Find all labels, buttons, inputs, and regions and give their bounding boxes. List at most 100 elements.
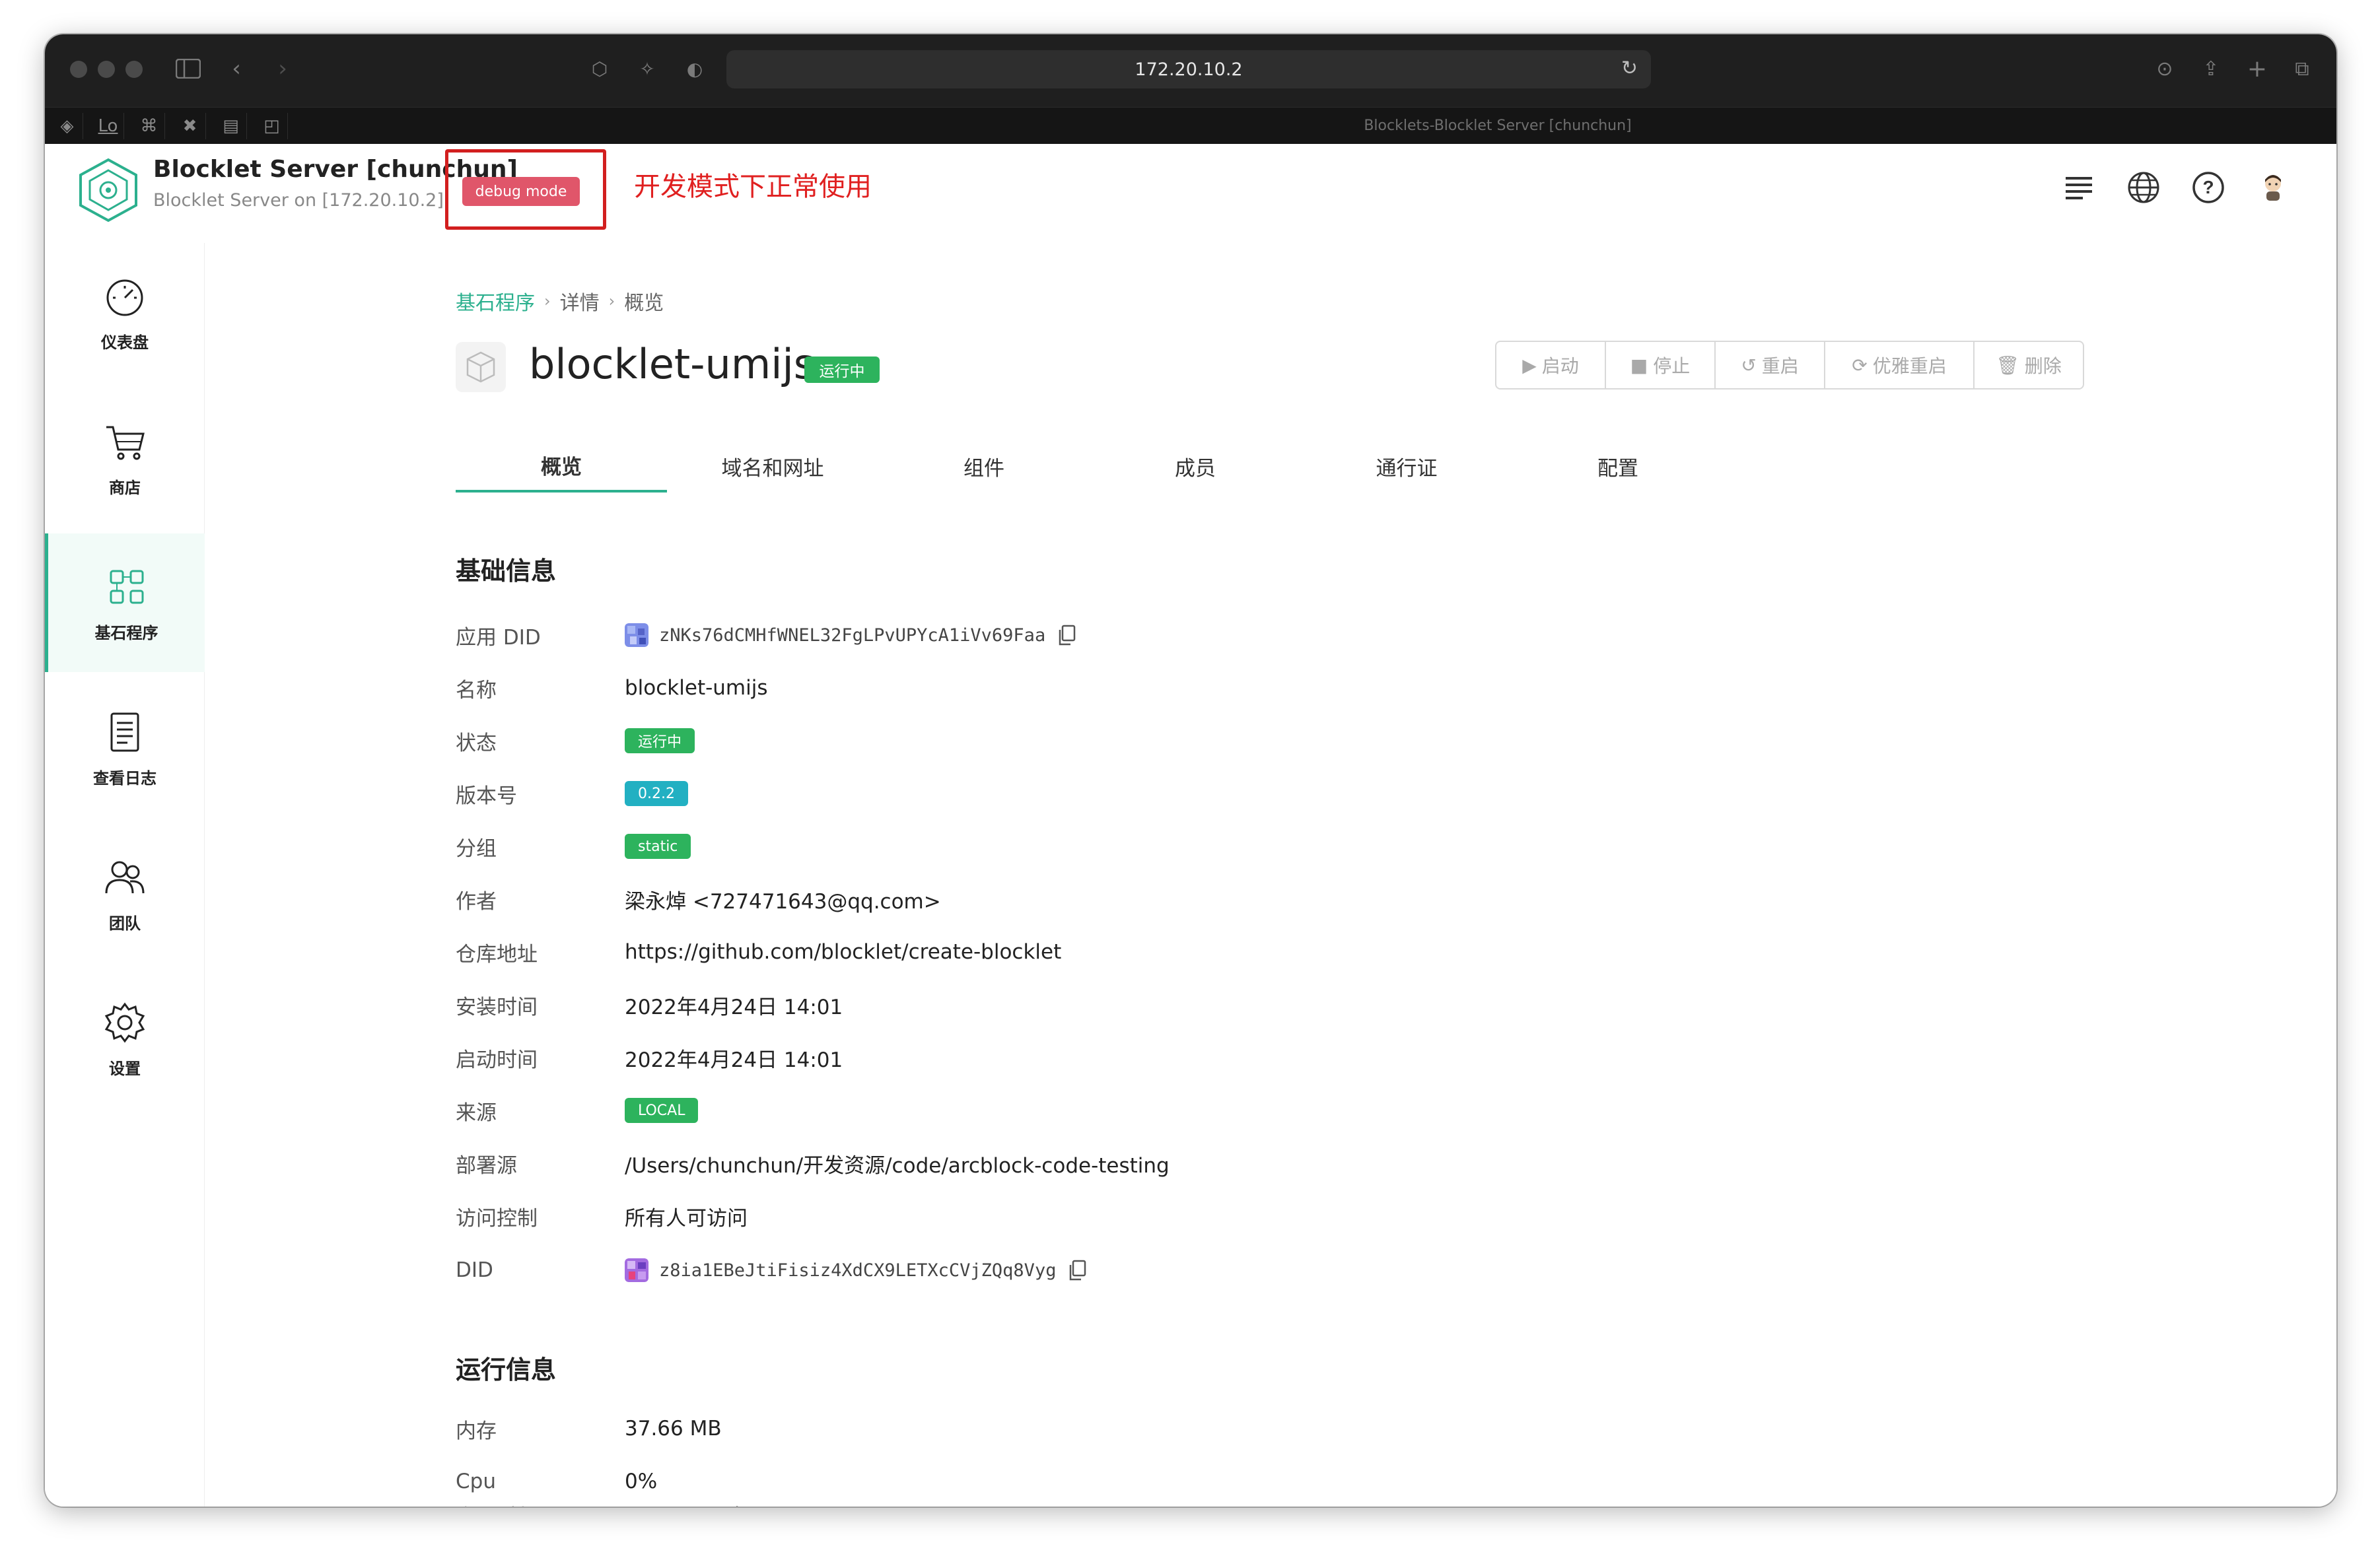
info-row-uptime: 启动时长 13分 27.5秒 (456, 1495, 1908, 1507)
shield-icon[interactable]: ◐ (682, 54, 708, 83)
server-subtitle: Blocklet Server on [172.20.10.2] (153, 190, 444, 211)
restart-icon: ↺ (1741, 354, 1757, 376)
share-icon[interactable]: ⇪ (2198, 54, 2224, 83)
copy-icon[interactable] (1057, 625, 1076, 646)
sidebar-item-label: 设置 (109, 1059, 141, 1078)
delete-button[interactable]: 🗑 删除 (1975, 342, 2083, 388)
memory-value: 37.66 MB (625, 1417, 722, 1441)
close-window-button[interactable] (70, 61, 87, 78)
info-label: 访问控制 (456, 1206, 538, 1231)
stop-icon: ■ (1630, 354, 1648, 376)
start-button[interactable]: ▶ 启动 (1496, 342, 1606, 388)
source-badge: LOCAL (625, 1098, 699, 1123)
pinned-tab-icon[interactable]: ◰ (256, 113, 288, 139)
pinned-tab-icon[interactable]: ⌘ (133, 113, 165, 139)
info-label: 安装时间 (456, 995, 538, 1019)
basic-info-heading: 基础信息 (456, 557, 557, 586)
svg-text:?: ? (2202, 177, 2214, 197)
page-title: blocklet-umijs (529, 340, 816, 388)
debug-mode-badge: debug mode (462, 177, 580, 206)
breadcrumb-separator-icon: › (608, 292, 615, 310)
info-row-access: 访问控制 所有人可访问 (456, 1196, 1908, 1236)
tab-members[interactable]: 成员 (1090, 440, 1301, 492)
tab-components[interactable]: 组件 (878, 440, 1090, 492)
menu-list-icon[interactable] (2059, 168, 2099, 207)
restart-button-label: 重启 (1761, 355, 1799, 377)
browser-tabbar: ◈ Lo ⌘ ✖ ▤ ◰ Blocklets-Blocklet Server [… (45, 107, 2336, 144)
page-content: Blocklet Server [chunchun] Blocklet Serv… (45, 144, 2336, 1507)
address-bar[interactable]: 172.20.10.2 ↻ (726, 50, 1651, 88)
zoom-window-button[interactable] (125, 61, 143, 78)
install-time-value: 2022年4月24日 14:01 (625, 995, 843, 1019)
sidebar-item-dashboard[interactable]: 仪表盘 (45, 243, 205, 382)
tab-domains[interactable]: 域名和网址 (667, 440, 878, 492)
tabs-overview-icon[interactable]: ⧉ (2289, 54, 2315, 83)
user-avatar[interactable] (2253, 168, 2293, 207)
sidebar-item-settings[interactable]: 设置 (45, 969, 205, 1108)
info-label: 内存 (456, 1419, 497, 1443)
download-icon[interactable]: ⊙ (2152, 54, 2178, 83)
cpu-value: 0% (625, 1470, 658, 1493)
cart-icon (106, 426, 145, 459)
tab-overview[interactable]: 概览 (456, 440, 667, 492)
help-icon[interactable]: ? (2188, 168, 2228, 207)
pinned-tab-icon[interactable]: ▤ (215, 113, 247, 139)
log-icon (110, 712, 139, 751)
info-row-status: 状态 运行中 (456, 721, 1908, 761)
active-tab-title[interactable]: Blocklets-Blocklet Server [chunchun] (1168, 108, 1828, 145)
restart-button[interactable]: ↺ 重启 (1716, 342, 1825, 388)
app-did-value: zNKs76dCMHfWNEL32FgLPvUPYcA1iVv69Faa (659, 625, 1046, 646)
privacy-icon[interactable]: ⬡ (586, 54, 613, 83)
reload-icon[interactable]: ↻ (1621, 57, 1638, 80)
uptime-value: 13分 27.5秒 (625, 1500, 744, 1507)
copy-icon[interactable] (1068, 1260, 1086, 1281)
sidebar-item-label: 仪表盘 (101, 333, 149, 352)
info-row-repo: 仓库地址 https://github.com/blocklet/create-… (456, 932, 1908, 972)
graceful-restart-button[interactable]: ⟳ 优雅重启 (1825, 342, 1975, 388)
info-row-app-did: 应用 DID zNKs76dCMHfWNEL32FgLPvUPYcA1iVv69… (456, 615, 1908, 655)
info-label: 启动时长 (456, 1500, 625, 1507)
delete-button-label: 删除 (2024, 355, 2062, 377)
sidebar-item-label: 查看日志 (93, 768, 157, 788)
info-row-deploy-source: 部署源 /Users/chunchun/开发资源/code/arcblock-c… (456, 1143, 1908, 1183)
forward-icon[interactable]: › (269, 54, 296, 83)
tab-config[interactable]: 配置 (1512, 440, 1724, 492)
info-row-source: 来源 LOCAL (456, 1091, 1908, 1130)
repo-link[interactable]: https://github.com/blocklet/create-block… (625, 940, 1061, 964)
extension-icon[interactable]: ✧ (634, 54, 660, 83)
info-label: 应用 DID (456, 625, 541, 650)
graceful-restart-button-label: 优雅重启 (1872, 355, 1947, 377)
stop-button[interactable]: ■ 停止 (1606, 342, 1716, 388)
back-icon[interactable]: ‹ (223, 54, 250, 83)
sidebar-item-blocklets[interactable]: 基石程序 (45, 533, 205, 672)
tab-passports[interactable]: 通行证 (1301, 440, 1512, 492)
language-globe-icon[interactable] (2124, 168, 2163, 207)
breadcrumb-root-link[interactable]: 基石程序 (456, 287, 535, 316)
sidebar-item-store[interactable]: 商店 (45, 388, 205, 527)
info-label: 作者 (456, 889, 497, 914)
access-value: 所有人可访问 (625, 1206, 748, 1231)
sidebar-toggle-icon[interactable] (172, 54, 205, 83)
tab-bar: 概览 域名和网址 组件 成员 通行证 配置 (456, 440, 1724, 492)
did-avatar-icon (625, 1258, 648, 1282)
pinned-tab[interactable]: Lo (92, 113, 124, 139)
info-label: Cpu (456, 1470, 496, 1493)
info-row-group: 分组 static (456, 827, 1908, 866)
minimize-window-button[interactable] (98, 61, 115, 78)
deploy-source-value: /Users/chunchun/开发资源/code/arcblock-code-… (625, 1153, 1170, 1178)
team-icon (105, 861, 145, 893)
info-row-memory: 内存 37.66 MB (456, 1409, 1908, 1448)
pinned-tab-icon[interactable]: ✖ (174, 113, 206, 139)
new-tab-icon[interactable]: + (2244, 54, 2270, 83)
sidebar-item-logs[interactable]: 查看日志 (45, 679, 205, 817)
stop-button-label: 停止 (1653, 355, 1691, 377)
info-label: 仓库地址 (456, 942, 538, 967)
start-button-label: 启动 (1541, 355, 1579, 377)
info-label: 名称 (456, 678, 497, 702)
pinned-tab-icon[interactable]: ◈ (52, 113, 83, 139)
breadcrumb-separator-icon: › (544, 292, 551, 310)
did-avatar-icon (625, 623, 648, 647)
browser-titlebar: ‹ › ⬡ ✧ ◐ 172.20.10.2 ↻ ⊙ ⇪ + ⧉ (45, 34, 2336, 107)
sidebar-item-label: 商店 (109, 478, 141, 497)
sidebar-item-team[interactable]: 团队 (45, 824, 205, 963)
